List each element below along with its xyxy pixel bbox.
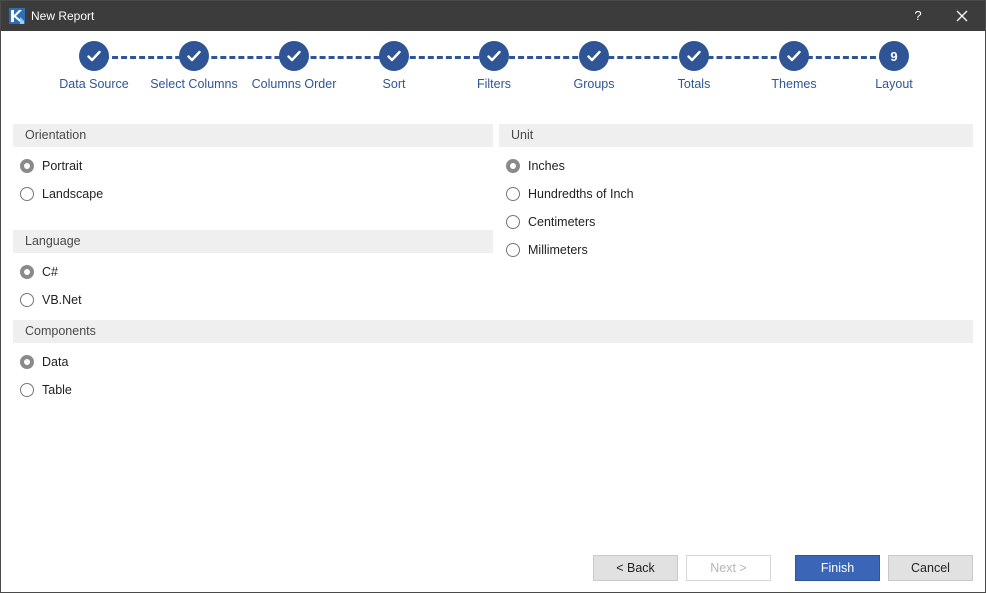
radio-unchecked-icon: [20, 187, 34, 201]
radio-unchecked-icon: [20, 383, 34, 397]
step-done-circle: [479, 41, 509, 71]
radio-unchecked-icon: [506, 243, 520, 257]
new-report-dialog: New Report ? Data Source Select Columns: [0, 0, 986, 593]
radio-label: Data: [42, 355, 69, 369]
radio-unchecked-icon: [20, 293, 34, 307]
step-current-number: 9: [879, 41, 909, 71]
step-done-circle: [679, 41, 709, 71]
radio-label: Millimeters: [528, 243, 588, 257]
checkmark-icon: [287, 50, 301, 62]
hundredths-of-inch-radio[interactable]: Hundredths of Inch: [506, 184, 634, 204]
step-done-circle: [779, 41, 809, 71]
radio-checked-icon: [20, 355, 34, 369]
step-done-circle: [379, 41, 409, 71]
radio-label: Centimeters: [528, 215, 596, 229]
radio-label: C#: [42, 265, 58, 279]
wizard-steps: Data Source Select Columns Columns Order…: [1, 31, 985, 101]
table-radio[interactable]: Table: [20, 380, 72, 400]
orientation-header: Orientation: [13, 124, 493, 147]
radio-unchecked-icon: [506, 215, 520, 229]
step-done-circle: [279, 41, 309, 71]
language-header: Language: [13, 230, 493, 253]
checkmark-icon: [187, 50, 201, 62]
radio-label: VB.Net: [42, 293, 82, 307]
radio-label: Table: [42, 383, 72, 397]
step-done-circle: [179, 41, 209, 71]
window-title: New Report: [31, 9, 95, 23]
portrait-radio[interactable]: Portrait: [20, 156, 82, 176]
radio-label: Hundredths of Inch: [528, 187, 634, 201]
help-button[interactable]: ?: [904, 1, 932, 31]
step-layout[interactable]: 9 Layout: [834, 41, 954, 91]
checkmark-icon: [87, 50, 101, 62]
radio-checked-icon: [20, 265, 34, 279]
checkmark-icon: [487, 50, 501, 62]
close-icon: [956, 10, 968, 22]
close-button[interactable]: [947, 1, 977, 31]
radio-unchecked-icon: [506, 187, 520, 201]
centimeters-radio[interactable]: Centimeters: [506, 212, 595, 232]
step-label: Layout: [875, 77, 913, 91]
landscape-radio[interactable]: Landscape: [20, 184, 103, 204]
unit-header: Unit: [499, 124, 973, 147]
back-button[interactable]: < Back: [593, 555, 678, 581]
checkmark-icon: [587, 50, 601, 62]
report-designer-logo-icon: [9, 8, 25, 24]
checkmark-icon: [687, 50, 701, 62]
checkmark-icon: [787, 50, 801, 62]
radio-checked-icon: [506, 159, 520, 173]
components-header: Components: [13, 320, 973, 343]
data-radio[interactable]: Data: [20, 352, 68, 372]
step-done-circle: [579, 41, 609, 71]
checkmark-icon: [387, 50, 401, 62]
next-button[interactable]: Next >: [686, 555, 771, 581]
millimeters-radio[interactable]: Millimeters: [506, 240, 588, 260]
cancel-button[interactable]: Cancel: [888, 555, 973, 581]
radio-label: Landscape: [42, 187, 104, 201]
finish-button[interactable]: Finish: [795, 555, 880, 581]
inches-radio[interactable]: Inches: [506, 156, 565, 176]
radio-label: Portrait: [42, 159, 83, 173]
title-bar: New Report ?: [1, 1, 985, 31]
vbnet-radio[interactable]: VB.Net: [20, 290, 82, 310]
radio-label: Inches: [528, 159, 565, 173]
csharp-radio[interactable]: C#: [20, 262, 58, 282]
radio-checked-icon: [20, 159, 34, 173]
step-done-circle: [79, 41, 109, 71]
